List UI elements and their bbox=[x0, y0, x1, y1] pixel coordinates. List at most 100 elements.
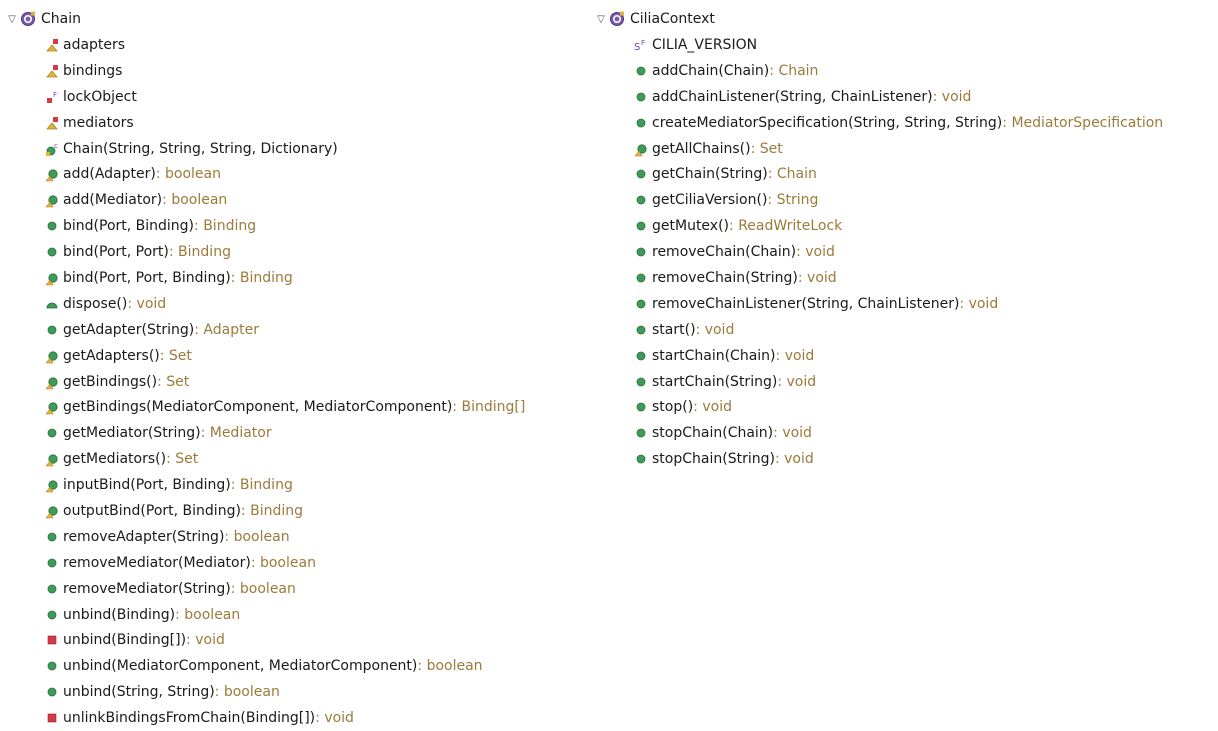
member-item-startchain-string[interactable]: startChain(String)void bbox=[593, 369, 1163, 395]
member-item-getmutex[interactable]: getMutex()ReadWriteLock bbox=[593, 213, 1163, 239]
method-synchronized-icon bbox=[44, 348, 60, 364]
member-item-bindings[interactable]: bindings bbox=[4, 58, 525, 84]
member-item-removechainlistener-string-chainlistener[interactable]: removeChainListener(String, ChainListene… bbox=[593, 291, 1163, 317]
return-type: Set bbox=[157, 374, 189, 390]
member-signature: getMediator(String) bbox=[63, 425, 201, 442]
class-name: Chain bbox=[41, 11, 81, 27]
member-item-unlinkbindingsfromchain-binding[interactable]: unlinkBindingsFromChain(Binding[])void bbox=[4, 705, 525, 731]
member-item-createmediatorspecification-string-string-string[interactable]: createMediatorSpecification(String, Stri… bbox=[593, 110, 1163, 136]
member-signature: unbind(Binding) bbox=[63, 606, 176, 623]
member-item-chain-string-string-string-dictionary[interactable]: c Chain(String, String, String, Dictionar… bbox=[4, 136, 525, 162]
method-public-icon bbox=[633, 115, 649, 131]
return-type: Mediator bbox=[201, 425, 272, 441]
method-synchronized-icon bbox=[44, 166, 60, 182]
svg-text:S: S bbox=[634, 42, 640, 53]
return-type: Binding bbox=[169, 244, 231, 260]
member-item-removemediator-string[interactable]: removeMediator(String)boolean bbox=[4, 576, 525, 602]
return-type: Chain bbox=[769, 63, 818, 79]
member-item-stop[interactable]: stop()void bbox=[593, 394, 1163, 420]
collapse-toggle-icon[interactable]: ▽ bbox=[593, 14, 609, 25]
method-public-icon bbox=[633, 270, 649, 286]
method-public-icon bbox=[633, 425, 649, 441]
member-item-addchainlistener-string-chainlistener[interactable]: addChainListener(String, ChainListener)v… bbox=[593, 84, 1163, 110]
return-type: boolean bbox=[251, 555, 316, 571]
constructor-icon: c bbox=[44, 141, 60, 157]
return-type: boolean bbox=[215, 684, 280, 700]
member-item-unbind-mediatorcomponent-mediatorcomponent[interactable]: unbind(MediatorComponent, MediatorCompon… bbox=[4, 653, 525, 679]
return-type: Binding bbox=[194, 218, 256, 234]
member-signature: startChain(Chain) bbox=[652, 347, 776, 364]
member-signature: getAdapters() bbox=[63, 347, 160, 364]
member-item-removechain-chain[interactable]: removeChain(Chain)void bbox=[593, 239, 1163, 265]
method-public-icon bbox=[44, 322, 60, 338]
member-item-unbind-binding[interactable]: unbind(Binding[])void bbox=[4, 627, 525, 653]
member-signature: addChain(Chain) bbox=[652, 62, 770, 79]
member-item-add-mediator[interactable]: add(Mediator)boolean bbox=[4, 187, 525, 213]
member-item-getbindings-mediatorcomponent-mediatorcomponent[interactable]: getBindings(MediatorComponent, MediatorC… bbox=[4, 394, 525, 420]
tree-node-chain[interactable]: ▽ Chain bbox=[4, 6, 525, 32]
field-static-final-icon: SF bbox=[633, 37, 649, 53]
return-type: ReadWriteLock bbox=[729, 218, 842, 234]
member-item-dispose[interactable]: dispose()void bbox=[4, 291, 525, 317]
member-signature: outputBind(Port, Binding) bbox=[63, 502, 241, 519]
field-protected-icon bbox=[44, 37, 60, 53]
return-type: boolean bbox=[224, 529, 290, 545]
member-item-unbind-binding[interactable]: unbind(Binding)boolean bbox=[4, 602, 525, 628]
member-item-stopchain-string[interactable]: stopChain(String)void bbox=[593, 446, 1163, 472]
member-item-start[interactable]: start()void bbox=[593, 317, 1163, 343]
return-type: void bbox=[959, 296, 999, 312]
member-signature: startChain(String) bbox=[652, 373, 778, 390]
member-item-adapters[interactable]: adapters bbox=[4, 32, 525, 58]
method-public-icon bbox=[633, 322, 649, 338]
member-signature: getCiliaVersion() bbox=[652, 192, 768, 209]
member-item-getmediator-string[interactable]: getMediator(String)Mediator bbox=[4, 420, 525, 446]
collapse-toggle-icon[interactable]: ▽ bbox=[4, 14, 20, 25]
method-public-icon bbox=[633, 166, 649, 182]
field-protected-icon bbox=[44, 63, 60, 79]
member-item-unbind-string-string[interactable]: unbind(String, String)boolean bbox=[4, 679, 525, 705]
member-item-bind-port-port-binding[interactable]: bind(Port, Port, Binding)Binding bbox=[4, 265, 525, 291]
member-signature: dispose() bbox=[63, 295, 128, 312]
tree-node-cilia-context[interactable]: ▽ CiliaContext bbox=[593, 6, 1163, 32]
member-item-bind-port-binding[interactable]: bind(Port, Binding)Binding bbox=[4, 213, 525, 239]
method-public-icon bbox=[44, 218, 60, 234]
return-type: void bbox=[776, 348, 815, 364]
member-item-inputbind-port-binding[interactable]: inputBind(Port, Binding)Binding bbox=[4, 472, 525, 498]
member-item-stopchain-chain[interactable]: stopChain(Chain)void bbox=[593, 420, 1163, 446]
member-item-getchain-string[interactable]: getChain(String)Chain bbox=[593, 161, 1163, 187]
method-public-icon bbox=[44, 529, 60, 545]
member-item-lockobject[interactable]: FlockObject bbox=[4, 84, 525, 110]
member-signature: add(Mediator) bbox=[63, 192, 163, 209]
member-item-outputbind-port-binding[interactable]: outputBind(Port, Binding)Binding bbox=[4, 498, 525, 524]
member-item-getmediators[interactable]: getMediators()Set bbox=[4, 446, 525, 472]
member-item-startchain-chain[interactable]: startChain(Chain)void bbox=[593, 343, 1163, 369]
return-type: Set bbox=[166, 451, 198, 467]
member-item-removeadapter-string[interactable]: removeAdapter(String)boolean bbox=[4, 524, 525, 550]
member-item-add-adapter[interactable]: add(Adapter)boolean bbox=[4, 161, 525, 187]
member-item-getciliaversion[interactable]: getCiliaVersion()String bbox=[593, 187, 1163, 213]
return-type: Binding bbox=[241, 503, 303, 519]
member-item-getallchains[interactable]: getAllChains()Set bbox=[593, 136, 1163, 162]
member-item-addchain-chain[interactable]: addChain(Chain)Chain bbox=[593, 58, 1163, 84]
member-item-removechain-string[interactable]: removeChain(String)void bbox=[593, 265, 1163, 291]
method-dispose-icon bbox=[44, 296, 60, 312]
member-signature: bind(Port, Port) bbox=[63, 244, 169, 261]
member-item-bind-port-port[interactable]: bind(Port, Port)Binding bbox=[4, 239, 525, 265]
return-type: void bbox=[186, 632, 225, 648]
return-type: boolean bbox=[417, 658, 483, 674]
return-type: Binding bbox=[231, 477, 293, 493]
member-item-cilia-version[interactable]: S F CILIA_VERSION bbox=[593, 32, 1163, 58]
method-public-icon bbox=[633, 399, 649, 415]
method-public-icon bbox=[44, 607, 60, 623]
method-public-icon bbox=[633, 89, 649, 105]
method-synchronized-icon bbox=[44, 270, 60, 286]
member-item-getadapter-string[interactable]: getAdapter(String)Adapter bbox=[4, 317, 525, 343]
method-public-icon bbox=[633, 296, 649, 312]
member-signature: mediators bbox=[63, 114, 134, 131]
member-item-mediators[interactable]: mediators bbox=[4, 110, 525, 136]
return-type: void bbox=[127, 296, 167, 312]
return-type: Binding[] bbox=[452, 399, 525, 415]
member-item-getbindings[interactable]: getBindings()Set bbox=[4, 369, 525, 395]
member-item-getadapters[interactable]: getAdapters()Set bbox=[4, 343, 525, 369]
member-item-removemediator-mediator[interactable]: removeMediator(Mediator)boolean bbox=[4, 550, 525, 576]
